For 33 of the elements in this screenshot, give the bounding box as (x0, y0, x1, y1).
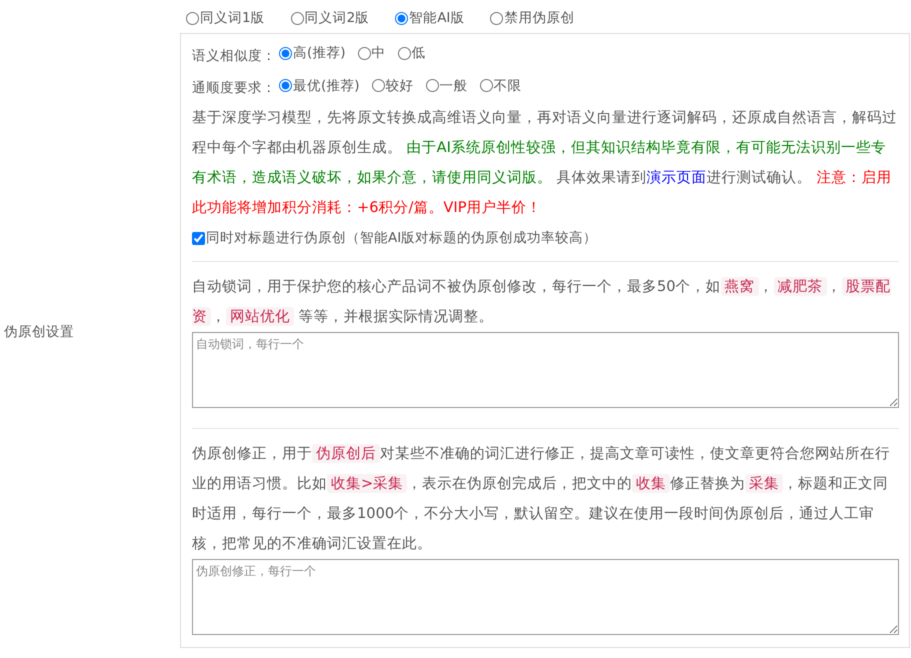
setting-label: 通顺度要求： (192, 80, 276, 96)
option-label: 最优(推荐) (293, 76, 360, 96)
radio-button[interactable] (490, 12, 504, 25)
option-label: 中 (372, 44, 386, 64)
field-label: 伪原创设置 (4, 324, 74, 340)
option-label: 同义词1版 (200, 9, 265, 28)
option-label: 低 (412, 44, 426, 64)
option-label: 智能AI版 (409, 9, 464, 28)
checkbox-label: 同时对标题进行伪原创（智能AI版对标题的伪原创成功率较高） (206, 229, 598, 248)
radio-button[interactable] (279, 46, 292, 60)
setting-label: 语义相似度： (192, 48, 276, 64)
option-label: 较好 (386, 76, 414, 96)
radio-button[interactable] (358, 46, 371, 60)
option-label: 一般 (440, 76, 468, 96)
radio-button[interactable] (395, 12, 408, 25)
description-text: 基于深度学习模型，先将原文转换成高维语义向量，再对语义向量进行逐词解码，还原成自然语言，解码过程中每个字都由机器原创生成。 由于AI系统原创性较强，但其知识结构毕竟有限，有可能无法识别一些专有术语，造成语义破坏，如果介意，请使用同义词版。 具体效果请到演示页面进行测试确认。 注意：启用此功能将增加积分消耗：+6积分/篇。VIP用户半价！ (192, 108, 898, 218)
radio-button[interactable] (480, 79, 493, 92)
radio-button[interactable] (186, 12, 199, 25)
option-label: 高(推荐) (293, 44, 346, 64)
checkbox[interactable] (192, 232, 205, 245)
lock-words-field[interactable]: 自动锁词，每行一个 (192, 332, 899, 408)
radio-button[interactable] (290, 12, 304, 25)
radio-button[interactable] (279, 79, 292, 92)
option-label: 同义词2版 (304, 9, 370, 28)
option-label: 禁用伪原创 (504, 9, 574, 28)
option-label: 不限 (494, 76, 522, 96)
radio-button[interactable] (398, 46, 411, 60)
description-text: 伪原创修正，用于 伪原创后 对某些不准确的词汇进行修正，提高文章可读性，使文章更符合您网站所在行业的用语习惯。比如 收集>采集 ，表示在伪原创完成后，把文中的 收集 修正替换为 采集 ，标题和正文同时适用，每行一个，最多1000个，不分大小写，默认留空。建议在使用一段时间伪原创后，通过人工审核，把常见的不准确词汇设置在此。 (192, 443, 891, 554)
description-text: 自动锁词，用于保护您的核心产品词不被伪原创修改，每行一个，最多50个，如 燕窝 ， 减肥茶 ， 股票配资 ， 网站优化 等等，并根据实际情况调整。 (192, 276, 892, 328)
demo-page-link[interactable]: 演示页面 (646, 169, 707, 186)
radio-button[interactable] (426, 79, 439, 92)
correction-field[interactable]: 伪原创修正，每行一个 (192, 559, 899, 636)
radio-button[interactable] (372, 79, 385, 92)
